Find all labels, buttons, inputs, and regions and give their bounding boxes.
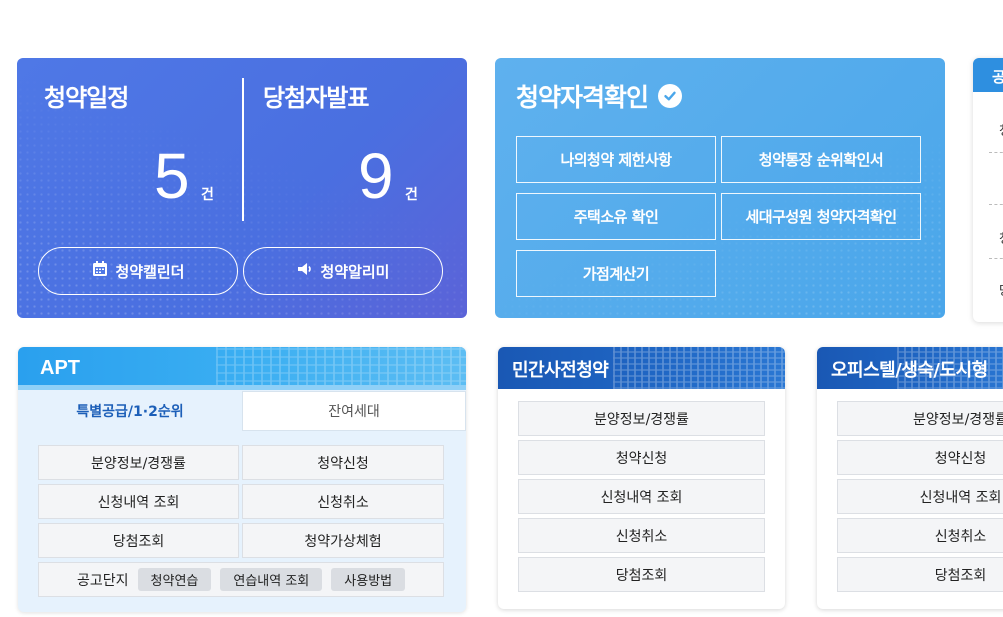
winner-announcement-title[interactable]: 당첨자발표	[263, 78, 369, 113]
winner-count[interactable]: 9	[358, 144, 394, 208]
officetel-cancel-button[interactable]: 신청취소	[837, 518, 1003, 553]
how-to-use-button[interactable]: 사용방법	[331, 568, 406, 591]
alarm-button-label: 청약알리미	[320, 262, 390, 281]
divider	[989, 152, 1003, 153]
account-rank-certificate-button[interactable]: 청약통장 순위확인서	[721, 136, 921, 183]
apt-sale-info-button[interactable]: 분양정보/경쟁률	[38, 445, 239, 480]
private-pre-subscription-card: 민간사전청약 분양정보/경쟁률 청약신청 신청내역 조회 신청취소 당첨조회	[498, 347, 785, 609]
score-calculator-button[interactable]: 가점계산기	[516, 250, 716, 297]
building-pattern	[612, 347, 785, 389]
private-apply-button[interactable]: 청약신청	[518, 440, 765, 475]
practice-history-button[interactable]: 연습내역 조회	[220, 568, 323, 591]
partial-item[interactable]: 청	[999, 228, 1003, 247]
private-pre-title: 민간사전청약	[512, 360, 609, 381]
qualification-title: 청약자격확인	[516, 78, 683, 114]
officetel-card: 오피스텔/생숙/도시형 분양정보/경쟁률 청약신청 신청내역 조회 신청취소 당…	[817, 347, 1003, 609]
alarm-button[interactable]: 청약알리미	[243, 247, 443, 295]
notice-complex-label: 공고단지	[77, 572, 129, 589]
building-pattern	[216, 347, 466, 390]
partial-item[interactable]: 당	[999, 280, 1003, 299]
winner-count-unit: 건	[405, 187, 418, 203]
apt-virtual-experience-button[interactable]: 청약가상체험	[242, 523, 444, 558]
partial-card-header: 공	[973, 58, 1003, 92]
speaker-icon	[296, 260, 314, 282]
schedule-title[interactable]: 청약일정	[44, 78, 129, 113]
tab-special-supply[interactable]: 특별공급/1·2순위	[18, 391, 242, 431]
apt-apply-button[interactable]: 청약신청	[242, 445, 444, 480]
private-winner-check-button[interactable]: 당첨조회	[518, 557, 765, 592]
divider	[242, 78, 244, 221]
schedule-count-unit: 건	[201, 187, 214, 203]
private-cancel-button[interactable]: 신청취소	[518, 518, 765, 553]
officetel-header: 오피스텔/생숙/도시형	[817, 347, 1003, 389]
divider	[989, 258, 1003, 259]
partial-item[interactable]: 청	[999, 120, 1003, 139]
header-strip	[18, 385, 466, 390]
practice-button[interactable]: 청약연습	[137, 568, 212, 591]
officetel-apply-button[interactable]: 청약신청	[837, 440, 1003, 475]
apt-header: APT	[18, 347, 466, 390]
officetel-winner-check-button[interactable]: 당첨조회	[837, 557, 1003, 592]
qualification-card: 청약자격확인 나의청약 제한사항 청약통장 순위확인서 주택소유 확인 세대구성…	[495, 58, 945, 318]
schedule-count[interactable]: 5	[154, 144, 190, 208]
apt-application-history-button[interactable]: 신청내역 조회	[38, 484, 239, 519]
private-pre-header: 민간사전청약	[498, 347, 785, 389]
calendar-button[interactable]: 청약캘린더	[38, 247, 238, 295]
apt-card: APT 특별공급/1·2순위 잔여세대 분양정보/경쟁률 청약신청 신청내역 조…	[18, 347, 466, 612]
notice-complex-row: 공고단지 청약연습 연습내역 조회 사용방법	[38, 562, 444, 597]
officetel-application-history-button[interactable]: 신청내역 조회	[837, 479, 1003, 514]
divider	[989, 204, 1003, 205]
private-sale-info-button[interactable]: 분양정보/경쟁률	[518, 401, 765, 436]
household-member-qualification-button[interactable]: 세대구성원 청약자격확인	[721, 193, 921, 240]
partial-card: 공 청 청 당	[973, 58, 1003, 322]
officetel-title: 오피스텔/생숙/도시형	[831, 360, 988, 381]
my-restrictions-button[interactable]: 나의청약 제한사항	[516, 136, 716, 183]
calendar-icon	[91, 260, 109, 282]
check-circle-icon	[658, 84, 683, 108]
apt-title: APT	[40, 357, 80, 379]
qualification-title-text: 청약자격확인	[516, 83, 649, 112]
tab-remaining-units[interactable]: 잔여세대	[242, 391, 466, 431]
calendar-button-label: 청약캘린더	[115, 262, 185, 281]
officetel-sale-info-button[interactable]: 분양정보/경쟁률	[837, 401, 1003, 436]
house-ownership-check-button[interactable]: 주택소유 확인	[516, 193, 716, 240]
private-application-history-button[interactable]: 신청내역 조회	[518, 479, 765, 514]
apt-winner-check-button[interactable]: 당첨조회	[38, 523, 239, 558]
schedule-card: 청약일정 5 건 당첨자발표 9 건 청약캘린더 청약알리미	[17, 58, 467, 318]
apt-cancel-application-button[interactable]: 신청취소	[242, 484, 444, 519]
